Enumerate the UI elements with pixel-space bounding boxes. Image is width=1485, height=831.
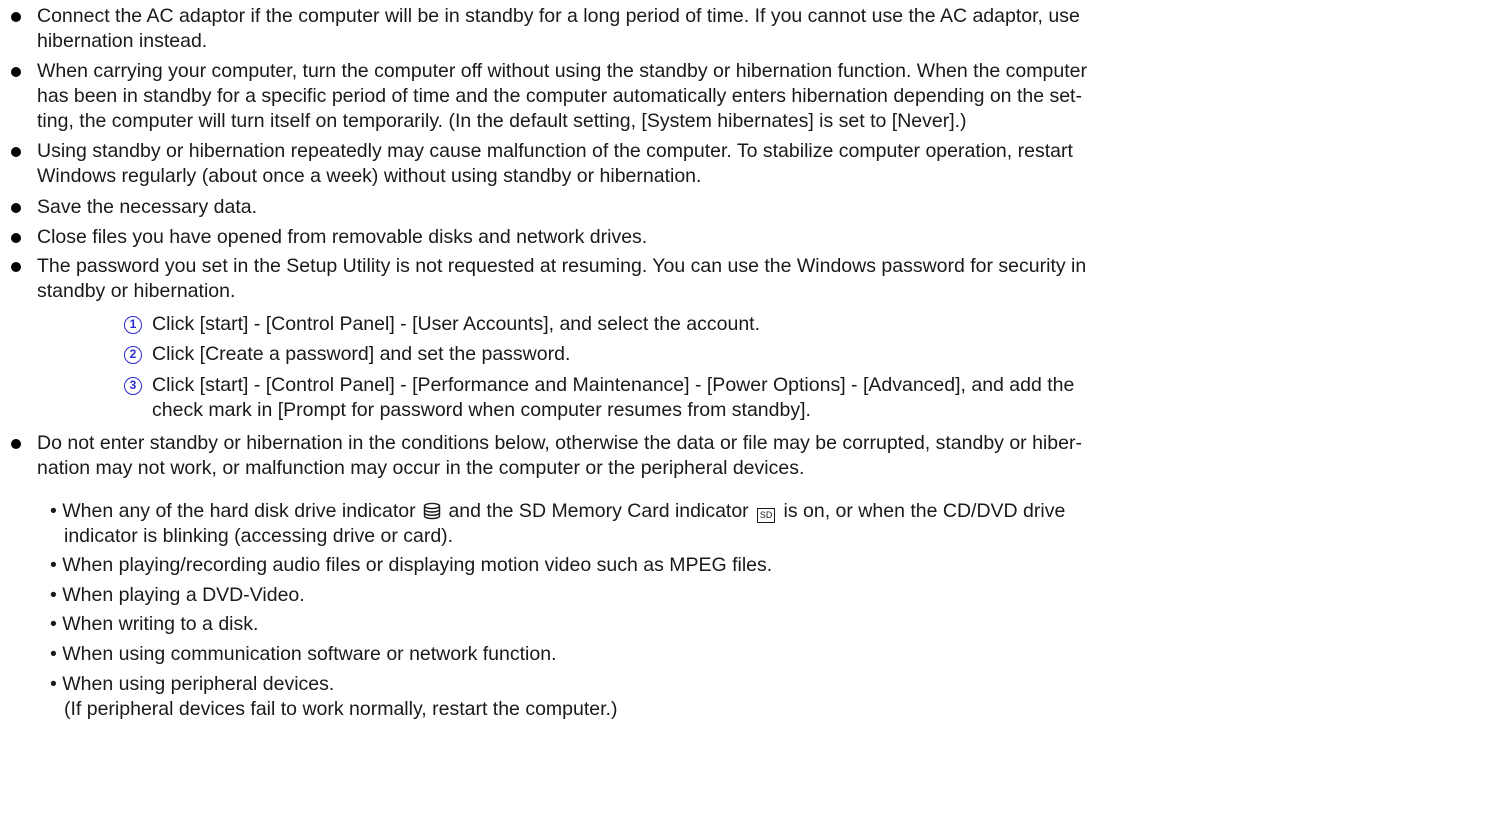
condition-item-5: • When using communication software or n… [50,642,556,667]
condition-1-part-3: is on, or when the CD/DVD drive [783,500,1066,522]
condition-1-part-1: When any of the hard disk drive indicato… [62,500,416,522]
bullet-1-line-2: hibernation instead. [37,30,208,52]
last-bullet-line-2: nation may not work, or malfunction may … [37,457,805,479]
condition-item-3: • When playing a DVD-Video. [50,583,305,608]
bullet-dot [11,203,21,213]
bullet-5-line-1: Close files you have opened from removab… [37,226,648,248]
step-1-number: 1 [124,316,142,334]
bullet-2-line-1: When carrying your computer, turn the co… [37,60,1087,82]
bullet-dot [11,262,21,272]
last-bullet-line-1: Do not enter standby or hibernation in t… [37,432,1082,454]
bullet-6-line-2: standby or hibernation. [37,280,236,302]
condition-3-text: When playing a DVD-Video. [62,584,305,606]
bullet-2-line-3: ting, the computer will turn itself on t… [37,110,967,132]
step-1-line-1: Click [start] - [Control Panel] - [User … [152,313,761,335]
bullet-3-line-1: Using standby or hibernation repeatedly … [37,140,1073,162]
step-3-number: 3 [124,377,142,395]
condition-2-text: When playing/recording audio files or di… [62,554,773,576]
condition-4-text: When writing to a disk. [62,613,259,635]
bullet-dot [11,233,21,243]
bullet-3-line-2: Windows regularly (about once a week) wi… [37,165,702,187]
condition-item-6: • When using peripheral devices. [50,672,334,697]
condition-1-line-2: indicator is blinking (accessing drive o… [64,525,454,547]
peripheral-note: (If peripheral devices fail to work norm… [64,698,618,720]
condition-item-2: • When playing/recording audio files or … [50,553,772,578]
bullet-dot [11,147,21,157]
small-bullet: • [50,673,57,695]
bullet-dot [11,439,21,449]
bullet-6-line-1: The password you set in the Setup Utilit… [37,255,1087,277]
condition-5-text: When using communication software or net… [62,643,557,665]
bullet-4-line-1: Save the necessary data. [37,196,258,218]
step-3-line-1: Click [start] - [Control Panel] - [Perfo… [152,374,1075,396]
condition-6-text: When using peripheral devices. [62,673,335,695]
bullet-dot [11,12,21,22]
condition-item-4: • When writing to a disk. [50,612,258,637]
bullet-dot [11,67,21,77]
small-bullet: • [50,643,57,665]
small-bullet: • [50,613,57,635]
bullet-1-line-1: Connect the AC adaptor if the computer w… [37,5,1080,27]
small-bullet: • [50,500,57,522]
manual-page: Connect the AC adaptor if the computer w… [0,0,1485,831]
condition-1-part-2: and the SD Memory Card indicator [448,500,749,522]
small-bullet: • [50,554,57,576]
step-2-number: 2 [124,346,142,364]
small-bullet: • [50,584,57,606]
step-2-line-1: Click [Create a password] and set the pa… [152,343,571,365]
condition-item-1: • When any of the hard disk drive indica… [50,499,1065,527]
step-3-line-2: check mark in [Prompt for password when … [152,399,811,421]
sd-card-indicator-icon: SD [757,508,776,523]
bullet-2-line-2: has been in standby for a specific perio… [37,85,1082,107]
